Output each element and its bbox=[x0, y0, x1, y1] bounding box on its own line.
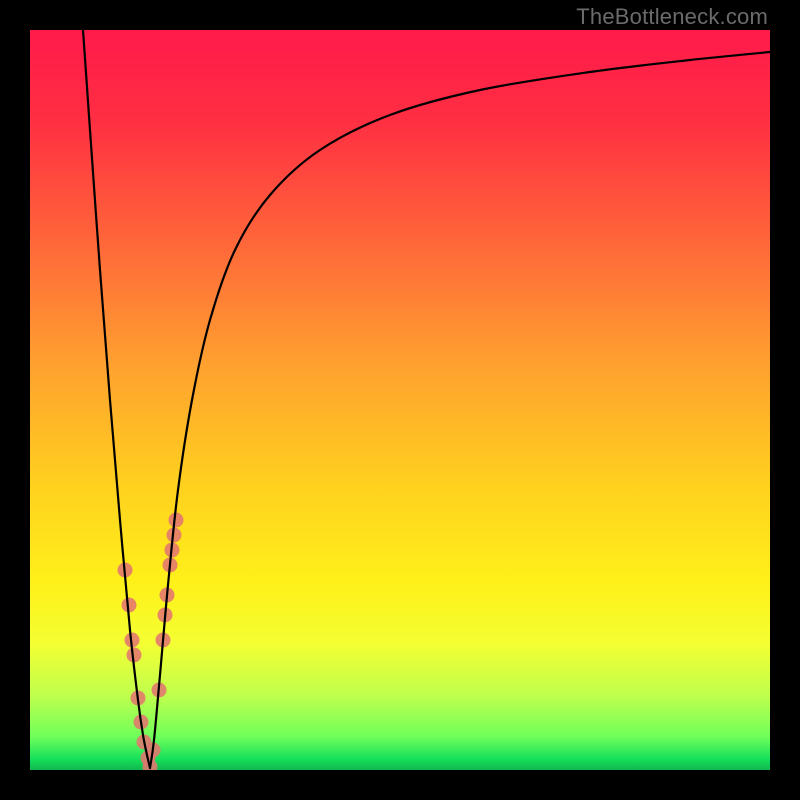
watermark-text: TheBottleneck.com bbox=[576, 4, 768, 30]
chart-frame: TheBottleneck.com bbox=[0, 0, 800, 800]
data-point-markers bbox=[118, 513, 184, 771]
curve-right-branch bbox=[150, 52, 770, 768]
chart-overlay bbox=[30, 30, 770, 770]
plot-area bbox=[30, 30, 770, 770]
